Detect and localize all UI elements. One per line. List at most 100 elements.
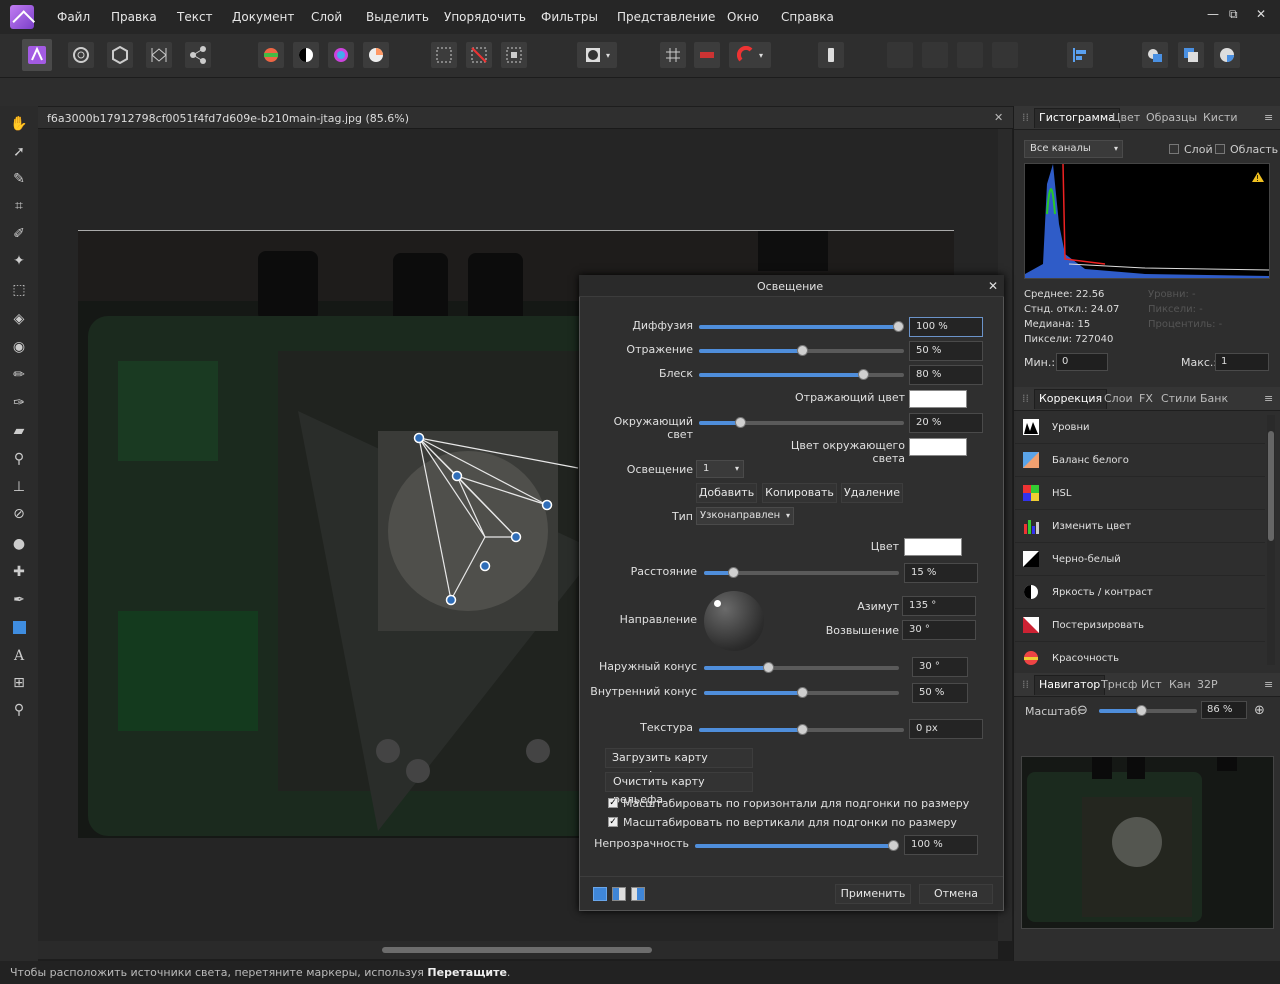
adjustment-posterize[interactable]: Постеризировать [1015,609,1265,642]
tab-brushes[interactable]: Кисти [1203,111,1238,124]
menu-filters[interactable]: Фильтры [541,10,598,24]
mesh-warp-tool-icon[interactable]: ⊞ [9,673,29,693]
reflection-field[interactable]: 50 % [909,341,983,361]
menu-view[interactable]: Представление [617,10,715,24]
panel-grip-icon[interactable]: ⁞⁞ [1022,678,1029,691]
load-bump-map-button[interactable]: Загрузить карту рельефа [605,748,753,782]
clear-bump-map-button[interactable]: Очистить карту рельефа [605,772,753,806]
close-window-button[interactable]: ✕ [1256,7,1266,21]
gradient-tool-icon[interactable]: ◉ [9,337,29,357]
tab-history[interactable]: Ист [1141,678,1162,691]
menu-text[interactable]: Текст [177,10,213,24]
arrange-backward-icon[interactable] [922,42,948,68]
adjustment-selective-color[interactable]: Изменить цвет [1015,510,1265,543]
select-all-icon[interactable] [431,42,457,68]
cancel-button[interactable]: Отмена [919,884,993,904]
arrange-front-icon[interactable] [992,42,1018,68]
gloss-slider[interactable] [699,369,904,380]
ambient-slider[interactable] [699,417,904,428]
panel-menu-icon[interactable]: ≡ [1264,678,1273,691]
crop-tool-icon[interactable]: ⌗ [9,196,29,216]
azimuth-field[interactable]: 135 ° [902,596,976,616]
layer-checkbox[interactable] [1169,144,1179,154]
tab-32p[interactable]: 32P [1197,678,1218,691]
gloss-field[interactable]: 80 % [909,365,983,385]
tab-navigator[interactable]: Навигатор [1034,675,1106,695]
distance-field[interactable]: 15 % [904,563,978,583]
area-checkbox[interactable] [1215,144,1225,154]
color-picker-tool-icon[interactable]: ✎ [9,169,29,189]
menu-help[interactable]: Справка [781,10,834,24]
auto-contrast-icon[interactable] [293,42,319,68]
snapping-off-icon[interactable] [694,42,720,68]
move-tool-icon[interactable]: ➚ [9,142,29,162]
inner-cone-field[interactable]: 50 % [912,683,968,703]
adjustment-white-balance[interactable]: Баланс белого [1015,444,1265,477]
menu-edit[interactable]: Правка [111,10,157,24]
flood-fill-tool-icon[interactable]: ◈ [9,309,29,329]
healing-brush-tool-icon[interactable]: ✚ [9,562,29,582]
panel-grip-icon[interactable]: ⁞⁞ [1022,111,1029,124]
erase-brush-tool-icon[interactable]: ▰ [9,421,29,441]
export-persona-icon[interactable] [185,42,211,68]
zoom-slider[interactable] [1099,705,1197,716]
tab-stock[interactable]: Банк [1200,392,1228,405]
ambient-field[interactable]: 20 % [909,413,983,433]
texture-field[interactable]: 0 px [909,719,983,739]
mirror-view-icon[interactable] [631,887,645,901]
menu-document[interactable]: Документ [232,10,294,24]
menu-window[interactable]: Окно [727,10,759,24]
split-view-icon[interactable] [612,887,626,901]
dialog-close-icon[interactable]: ✕ [988,279,998,293]
zoom-out-icon[interactable]: ⊖ [1077,703,1088,718]
tone-mapping-persona-icon[interactable] [146,42,172,68]
light-color-swatch[interactable] [904,538,962,556]
elevation-field[interactable]: 30 ° [902,620,976,640]
min-field[interactable]: 0 [1056,353,1108,371]
liquify-persona-icon[interactable] [68,42,94,68]
tab-layers[interactable]: Слои [1104,392,1133,405]
arrange-back-icon[interactable] [887,42,913,68]
auto-white-balance-icon[interactable] [363,42,389,68]
adjustment-vibrance[interactable]: Красочность [1015,642,1265,675]
panel-grip-icon[interactable]: ⁞⁞ [1022,392,1029,405]
red-eye-tool-icon[interactable]: ⊘ [9,504,29,524]
tab-swatches[interactable]: Образцы [1146,111,1197,124]
tab-fx[interactable]: FX [1139,392,1153,405]
delete-light-button[interactable]: Удаление [841,483,903,503]
reflection-slider[interactable] [699,345,904,356]
zoom-field[interactable]: 86 % [1201,701,1247,719]
outer-cone-slider[interactable] [704,662,899,673]
tab-color[interactable]: Цвет [1112,111,1140,124]
adjustment-hsl[interactable]: HSL [1015,477,1265,510]
rectangle-tool-icon[interactable] [9,617,29,637]
arrange-forward-icon[interactable] [957,42,983,68]
diffusion-field[interactable]: 100 % [909,317,983,337]
add-light-button[interactable]: Добавить [696,483,757,503]
direction-handle[interactable] [714,600,721,607]
reflective-color-swatch[interactable] [909,390,967,408]
align-icon[interactable] [1067,42,1093,68]
opacity-slider[interactable] [695,840,899,851]
text-tool-icon[interactable]: A [9,646,29,666]
auto-colors-icon[interactable] [328,42,354,68]
deselect-icon[interactable] [466,42,492,68]
menu-file[interactable]: Файл [57,10,90,24]
snapping-icon[interactable]: ▾ [729,42,771,68]
scale-horizontal-checkbox[interactable]: ✓ [608,798,618,808]
direction-dial[interactable] [704,591,764,651]
invert-selection-icon[interactable] [501,42,527,68]
menu-arrange[interactable]: Упорядочить [444,10,526,24]
apply-button[interactable]: Применить [835,884,911,904]
assistant-icon[interactable] [818,42,844,68]
lighting-select[interactable]: 1 ▾ [696,460,744,478]
marquee-tool-icon[interactable]: ⬚ [9,280,29,300]
photo-persona-icon[interactable] [22,39,52,71]
scale-vertical-checkbox[interactable]: ✓ [608,817,618,827]
blur-brush-tool-icon[interactable]: ● [9,534,29,554]
channel-select[interactable]: Все каналы ▾ [1024,140,1123,158]
preview-mode-icon[interactable] [593,887,607,901]
tab-adjustments[interactable]: Коррекция [1034,389,1108,409]
diffusion-slider[interactable] [699,321,904,332]
panel-menu-icon[interactable]: ≡ [1264,392,1273,405]
